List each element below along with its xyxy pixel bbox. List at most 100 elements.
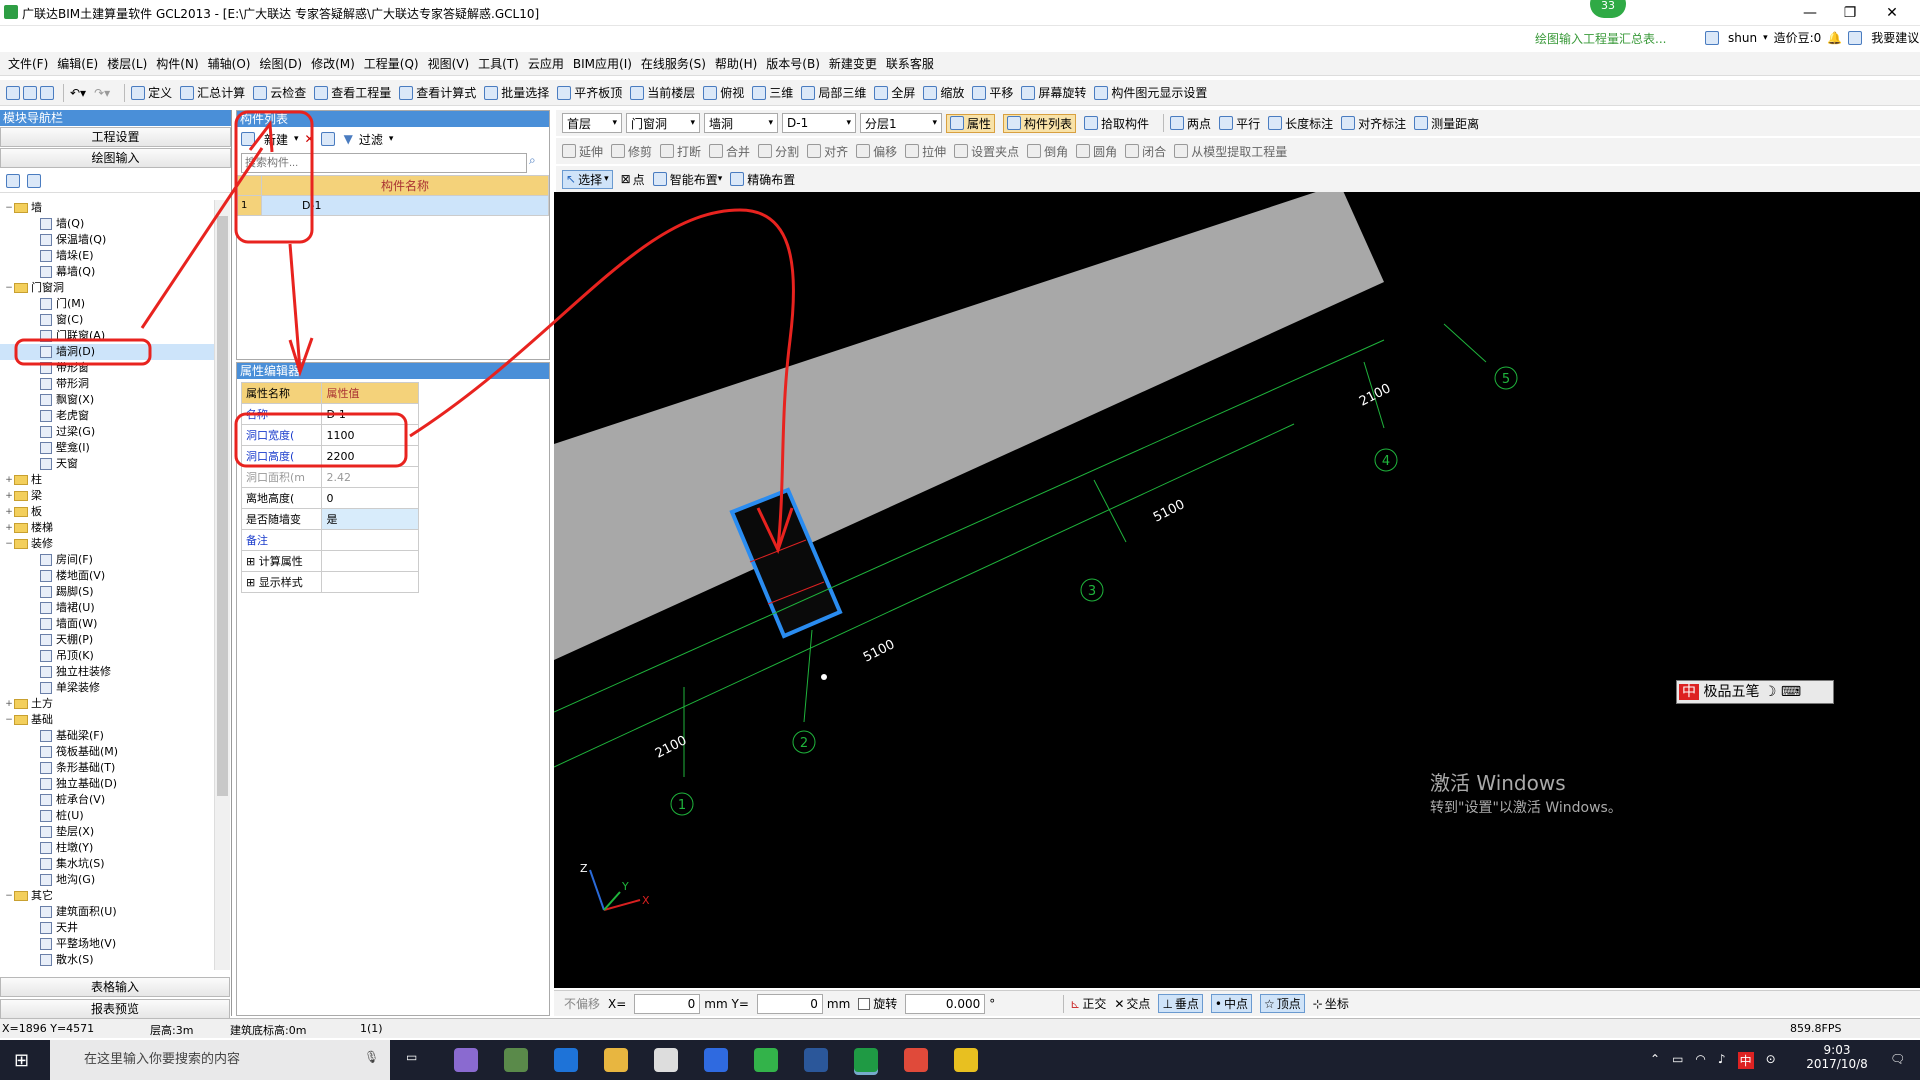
intersection-button[interactable]: ✕ 交点 [1114, 995, 1150, 1012]
tree-item[interactable]: 集水坑(S) [0, 856, 214, 872]
taskbar-app-icon[interactable] [904, 1048, 928, 1072]
maximize-button[interactable]: ❐ [1830, 2, 1870, 24]
coordinate-button[interactable]: ⊹ 坐标 [1313, 995, 1349, 1012]
taskbar-app-icon[interactable] [504, 1048, 528, 1072]
property-row[interactable]: 洞口高度(2200 [240, 445, 419, 467]
menu-item[interactable]: 构件(N) [156, 55, 198, 72]
tree-folder[interactable]: + 柱 [0, 472, 214, 488]
tree-folder[interactable]: − 装修 [0, 536, 214, 552]
taskbar-search-box[interactable]: 在这里输入你要搜索的内容 [50, 1040, 390, 1080]
tree-item[interactable]: 门(M) [0, 296, 214, 312]
toolbar-button[interactable]: 查看工程量 [314, 84, 391, 101]
property-row[interactable]: 洞口面积(m 2.42 [240, 466, 419, 488]
edit-tool-button[interactable]: 从模型提取工程量 [1174, 143, 1287, 160]
toolbar-button[interactable]: 批量选择 [484, 84, 549, 101]
wechat-icon[interactable] [754, 1048, 778, 1072]
tree-item[interactable]: 条形基础(T) [0, 760, 214, 776]
moon-icon[interactable]: ☽ [1764, 684, 1777, 700]
edit-tool-button[interactable]: 修剪 [611, 143, 652, 160]
tree-item[interactable]: 筏板基础(M) [0, 744, 214, 760]
menu-item[interactable]: 修改(M) [311, 55, 355, 72]
menu-item[interactable]: 版本号(B) [766, 55, 820, 72]
edit-tool-button[interactable]: 偏移 [856, 143, 897, 160]
pick-component-button[interactable]: 拾取构件 [1084, 115, 1149, 132]
taskbar-app-icon[interactable] [954, 1048, 978, 1072]
feedback-link[interactable]: 我要建议 [1871, 29, 1919, 46]
chevron-up-icon[interactable]: ⌃ [1650, 1052, 1660, 1069]
toolbar-button[interactable]: 俯视 [703, 84, 744, 101]
tree-item[interactable]: 老虎窗 [0, 408, 214, 424]
parallel-button[interactable]: 平行 [1219, 115, 1260, 132]
smart-layout-button[interactable]: 智能布置 ▾ [652, 171, 722, 188]
menu-item[interactable]: 视图(V) [428, 55, 470, 72]
tree-item[interactable]: 墙垛(E) [0, 248, 214, 264]
select-button[interactable]: ↖ 选择 ▾ [562, 169, 613, 189]
tree-folder[interactable]: − 其它 [0, 888, 214, 904]
length-mark-button[interactable]: 长度标注 [1268, 115, 1333, 132]
tree-item[interactable]: 过梁(G) [0, 424, 214, 440]
toolbar-button[interactable]: 构件图元显示设置 [1094, 84, 1207, 101]
tree-item[interactable]: 地沟(G) [0, 872, 214, 888]
copy-component-icon[interactable] [320, 132, 335, 146]
y-input[interactable]: 0 [756, 993, 823, 1014]
perpendicular-button[interactable]: ⊥ 垂点 [1158, 994, 1203, 1013]
minimize-button[interactable]: — [1790, 2, 1830, 24]
property-row[interactable]: ⊞ 显示样式 [240, 571, 419, 593]
tree-item[interactable]: 桩(U) [0, 808, 214, 824]
close-button[interactable]: ✕ [1872, 2, 1912, 24]
notification-center-icon[interactable]: 🗨 [1890, 1052, 1905, 1066]
report-preview-button[interactable]: 报表预览 [0, 999, 230, 1019]
property-row[interactable]: 离地高度(0 [240, 487, 419, 509]
category-select[interactable]: 门窗洞 ▾ [626, 113, 700, 133]
align-mark-button[interactable]: 对齐标注 [1341, 115, 1406, 132]
x-input[interactable]: 0 [634, 993, 701, 1014]
store-icon[interactable] [654, 1048, 678, 1072]
menu-item[interactable]: 在线服务(S) [641, 55, 706, 72]
toolbar-button[interactable]: 查看计算式 [399, 84, 476, 101]
collapse-all-icon[interactable] [27, 173, 41, 188]
edge-browser-icon[interactable] [554, 1048, 578, 1072]
tree-item[interactable]: 窗(C) [0, 312, 214, 328]
property-row[interactable]: 洞口宽度(1100 [240, 424, 419, 446]
notification-link[interactable]: 绘图输入工程量汇总表... [1535, 30, 1666, 47]
tree-item[interactable]: 垫层(X) [0, 824, 214, 840]
tree-item[interactable]: 平整场地(V) [0, 936, 214, 952]
menu-item[interactable]: 新建变更 [829, 55, 877, 72]
tree-item[interactable]: 天棚(P) [0, 632, 214, 648]
ime-tray-icon[interactable]: 中 [1737, 1052, 1754, 1069]
type-select[interactable]: 墙洞 ▾ [704, 113, 778, 133]
save-icon[interactable] [40, 85, 54, 100]
ortho-button[interactable]: ⊾ 正交 [1070, 995, 1106, 1012]
word-icon[interactable] [804, 1048, 828, 1072]
tree-item[interactable]: 幕墙(Q) [0, 264, 214, 280]
delete-component-icon[interactable]: ✕ [305, 132, 315, 146]
edit-tool-button[interactable]: 设置夹点 [954, 143, 1019, 160]
tree-item[interactable]: 楼地面(V) [0, 568, 214, 584]
tree-item[interactable]: 墙裙(U) [0, 600, 214, 616]
toolbar-button[interactable]: 云检查 [253, 84, 306, 101]
edit-tool-button[interactable]: 圆角 [1076, 143, 1117, 160]
microphone-icon[interactable]: 🎙 [364, 1050, 379, 1064]
edit-tool-button[interactable]: 闭合 [1125, 143, 1166, 160]
edit-tool-button[interactable]: 拉伸 [905, 143, 946, 160]
taskbar-app-icon[interactable] [454, 1048, 478, 1072]
new-component-button[interactable]: 新建 [264, 131, 288, 148]
undo-icon[interactable]: ↶▾ [70, 86, 86, 100]
layer-select[interactable]: 分层1 ▾ [860, 113, 942, 133]
bell-icon[interactable]: 🔔 [1827, 31, 1842, 45]
tree-item[interactable]: 柱墩(Y) [0, 840, 214, 856]
point-button[interactable]: ⊠ 点 [621, 171, 645, 188]
tree-folder[interactable]: + 梁 [0, 488, 214, 504]
price-bean[interactable]: 造价豆:0 [1774, 29, 1822, 46]
toolbar-button[interactable]: 平移 [972, 84, 1013, 101]
rotate-checkbox[interactable]: 旋转 [858, 995, 897, 1012]
precise-layout-button[interactable]: 精确布置 [730, 171, 795, 188]
expand-all-icon[interactable] [6, 173, 20, 188]
toolbar-button[interactable]: 局部三维 [801, 84, 866, 101]
midpoint-button[interactable]: • 中点 [1210, 994, 1252, 1013]
taskbar-app-icon[interactable] [704, 1048, 728, 1072]
tree-item[interactable]: 散水(S) [0, 952, 214, 968]
menu-item[interactable]: 云应用 [528, 55, 564, 72]
table-row[interactable]: 1 D-1 [237, 195, 549, 216]
tree-item[interactable]: 桩承台(V) [0, 792, 214, 808]
